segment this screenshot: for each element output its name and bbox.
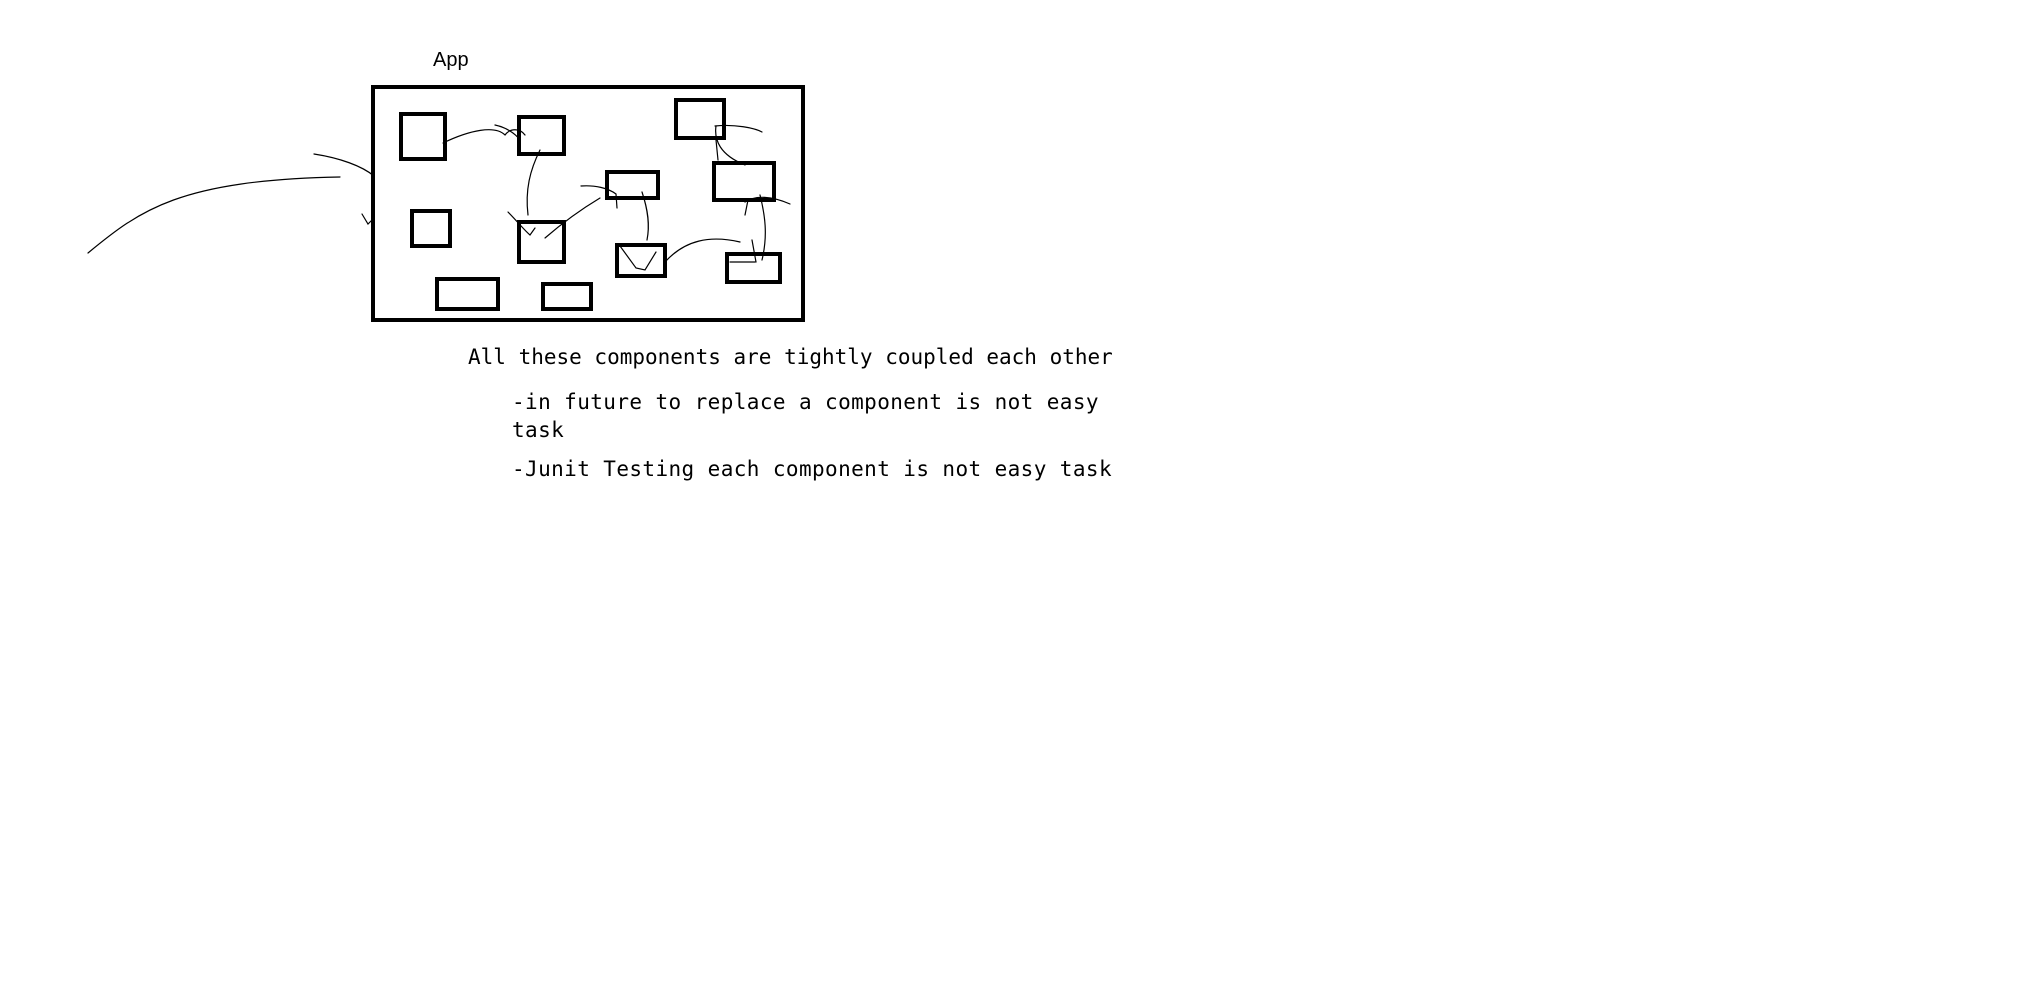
notes-heading: All these components are tightly coupled… xyxy=(468,345,1113,369)
note-item-replace: -in future to replace a component is not… xyxy=(512,390,1099,442)
notes-section: All these components are tightly coupled… xyxy=(0,0,2022,978)
note-item-testing: -Junit Testing each component is not eas… xyxy=(512,457,1112,481)
